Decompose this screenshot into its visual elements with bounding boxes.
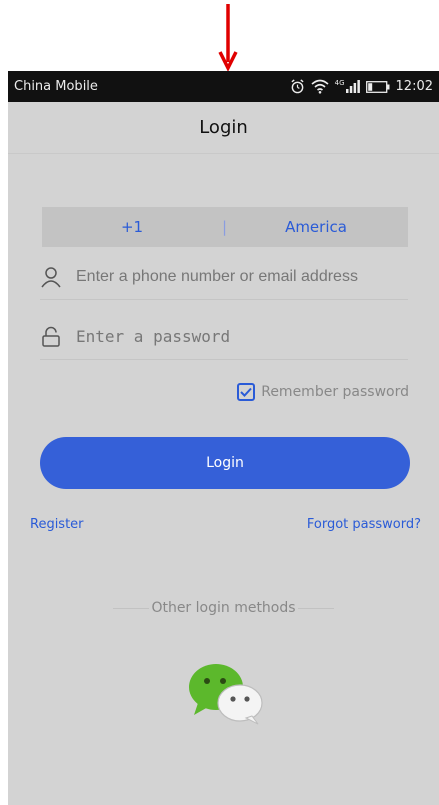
phone-email-row [40,254,408,300]
divider-left [113,607,150,609]
lock-icon [40,325,76,349]
divider-right [297,607,334,609]
carrier-name: China Mobile [14,79,98,94]
network-type: 4G [334,79,345,87]
phone-email-input[interactable] [76,267,408,286]
phone-screen: China Mobile 4G 12:02 Login +1 | America… [8,71,439,805]
register-link[interactable]: Register [30,517,84,532]
clock-time: 12:02 [395,79,433,94]
battery-icon [365,80,390,93]
wifi-icon [311,79,329,94]
country-code: +1 [120,218,144,236]
signal-icon: 4G [335,80,360,93]
alarm-icon [291,79,304,94]
remember-password[interactable]: Remember password [237,383,409,401]
remember-label: Remember password [261,384,409,400]
login-button[interactable]: Login [40,437,410,489]
page-title: Login [199,117,248,138]
password-row [40,314,408,360]
status-icons: 4G 12:02 [290,79,433,94]
other-login-methods: Other login methods [8,600,439,616]
remember-checkbox[interactable] [237,383,256,401]
other-login-label: Other login methods [151,600,296,616]
status-bar: China Mobile 4G 12:02 [8,71,439,102]
country-name: America [285,218,347,236]
annotation-arrow-icon [218,4,238,72]
forgot-password-link[interactable]: Forgot password? [307,517,421,532]
country-selector[interactable]: +1 | America [42,207,408,247]
app-header: Login [8,102,439,154]
check-icon [240,387,252,397]
password-input[interactable] [76,327,408,346]
wechat-icon[interactable] [186,659,266,725]
user-icon [40,265,76,289]
